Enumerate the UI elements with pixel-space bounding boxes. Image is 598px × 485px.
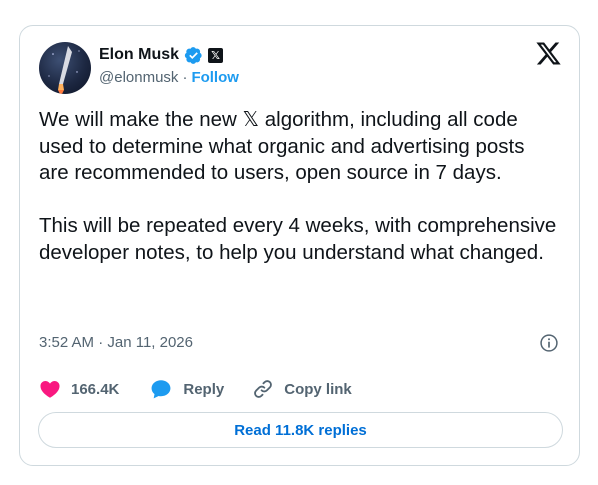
reply-button[interactable]: Reply	[149, 378, 224, 400]
like-count: 166.4K	[71, 380, 120, 398]
post-text: We will make the new 𝕏 algorithm, includ…	[39, 108, 557, 264]
author-handle[interactable]: @elonmusk	[99, 69, 178, 86]
verified-icon	[184, 46, 202, 64]
reply-label: Reply	[183, 380, 225, 398]
info-icon[interactable]	[539, 333, 559, 353]
separator-dot: ·	[182, 69, 188, 86]
avatar-image	[48, 46, 80, 94]
copy-link-button[interactable]: Copy link	[252, 378, 352, 400]
heart-icon	[40, 381, 60, 398]
reply-icon	[151, 380, 171, 399]
x-logo-icon[interactable]	[535, 40, 562, 67]
post-timestamp[interactable]: 3:52 AM · Jan 11, 2026	[39, 334, 193, 351]
author-name-row: Elon Musk 𝕏	[99, 43, 224, 67]
copy-link-label: Copy link	[284, 380, 352, 398]
link-icon	[254, 380, 273, 398]
avatar[interactable]	[39, 42, 91, 94]
follow-button[interactable]: Follow	[191, 69, 239, 86]
embedded-post-card: Elon Musk 𝕏 @elonmusk · Follow We will m…	[19, 25, 580, 466]
author-handle-row: @elonmusk · Follow	[99, 69, 239, 86]
like-button[interactable]: 166.4K	[39, 378, 119, 400]
post-actions: 166.4K Reply Copy link	[39, 377, 352, 401]
read-replies-button[interactable]: Read 11.8K replies	[38, 412, 563, 448]
x-badge-icon: 𝕏	[208, 47, 224, 63]
author-name[interactable]: Elon Musk	[99, 46, 179, 64]
